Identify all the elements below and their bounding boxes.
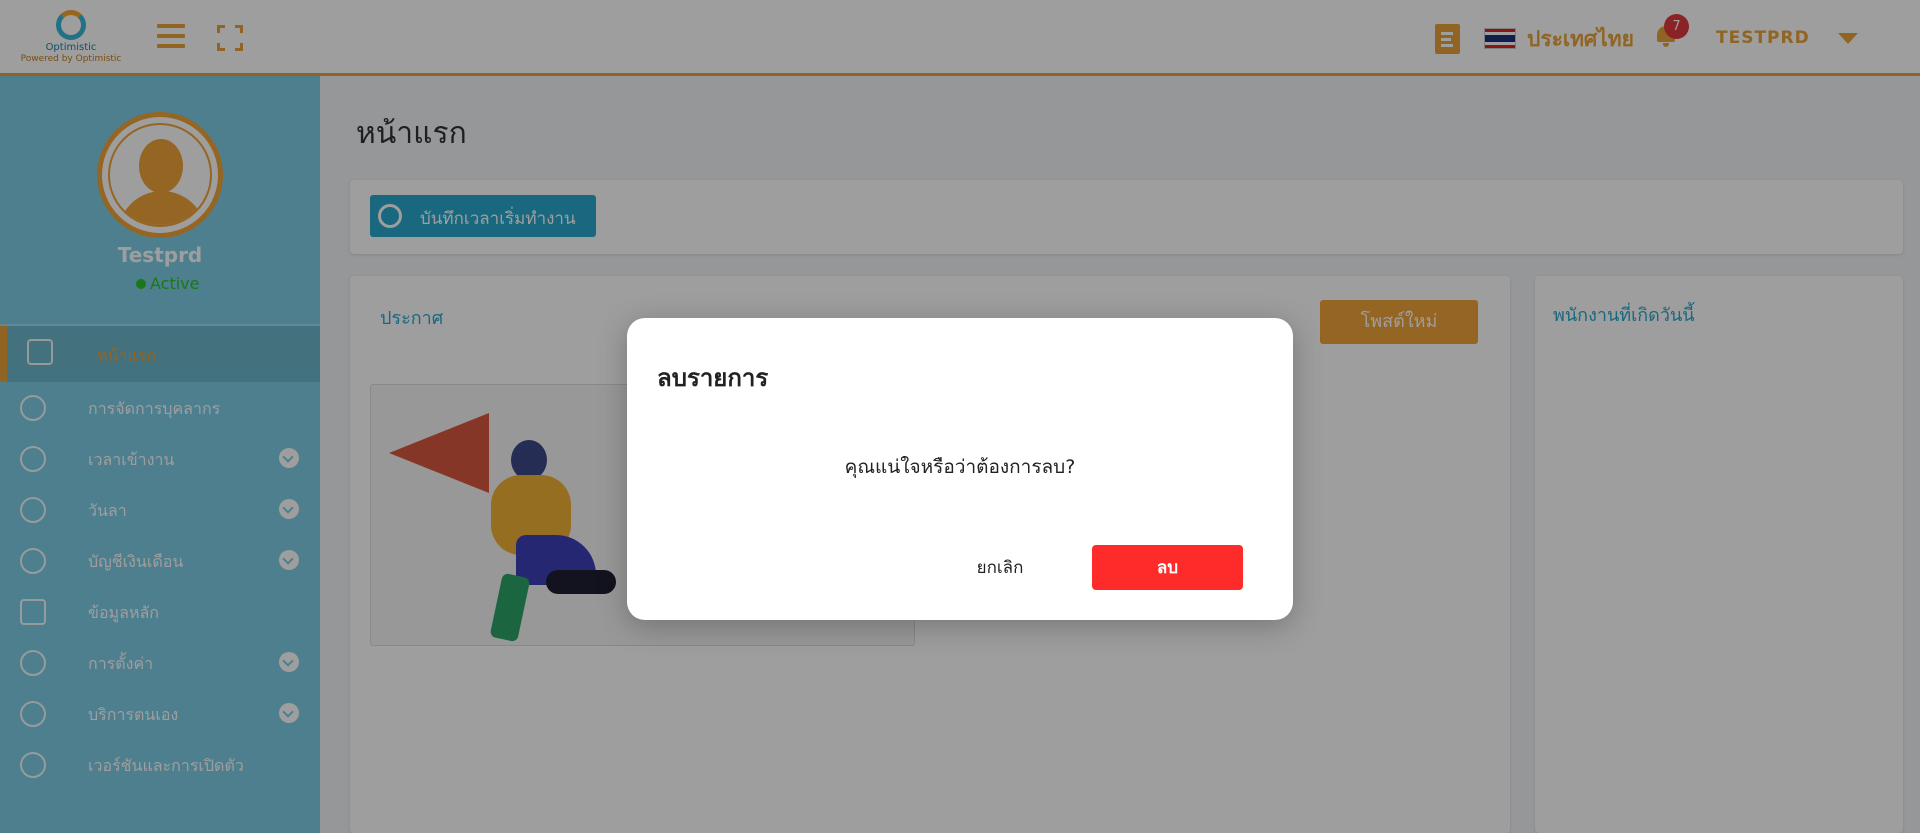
- dialog-title: ลบรายการ: [657, 364, 769, 392]
- cancel-button[interactable]: ยกเลิก: [927, 545, 1073, 589]
- delete-confirm-dialog: ลบรายการ คุณแน่ใจหรือว่าต้องการลบ? ยกเลิ…: [627, 318, 1293, 620]
- delete-button[interactable]: ลบ: [1092, 545, 1243, 590]
- dialog-message: คุณแน่ใจหรือว่าต้องการลบ?: [844, 456, 1076, 478]
